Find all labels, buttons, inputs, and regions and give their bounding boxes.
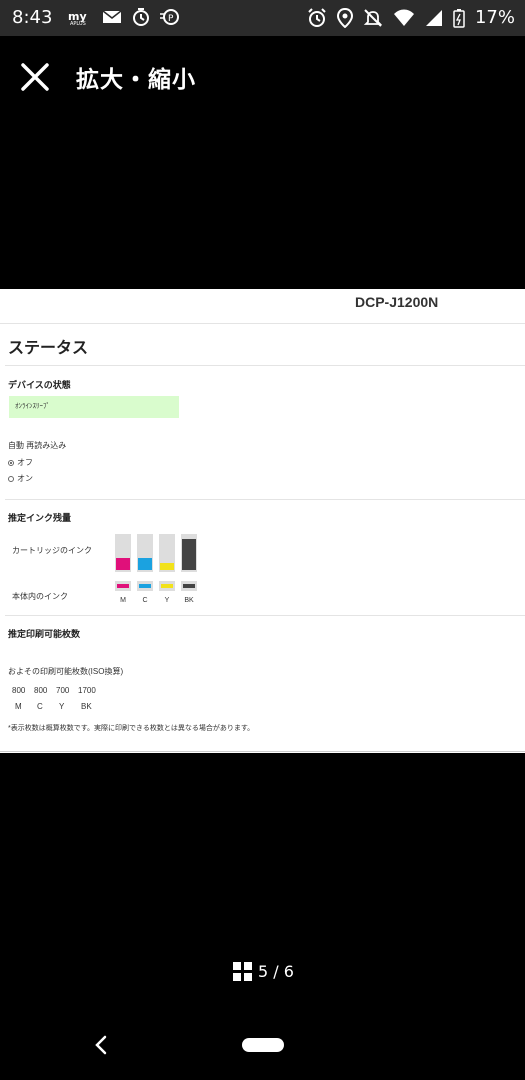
- signal-icon: [425, 9, 442, 26]
- divider: [0, 323, 525, 324]
- page-indicator: 5 / 6: [233, 962, 294, 981]
- ink-level-fill: [182, 539, 196, 570]
- ink-body-c: [137, 581, 153, 591]
- ink-body-fill: [139, 584, 151, 588]
- top-app-bar: 拡大・縮小: [0, 36, 525, 116]
- print-count-title: 推定印刷可能枚数: [8, 629, 81, 639]
- ink-color-label: M: [120, 597, 126, 604]
- navigation-bar: [0, 1010, 525, 1080]
- print-count-color-label: C: [37, 702, 43, 711]
- ink-color-label: BK: [184, 597, 194, 604]
- mail-icon: [102, 10, 122, 23]
- grid-icon[interactable]: [233, 962, 252, 981]
- print-count-subtitle: およその印刷可能枚数(ISO換算): [8, 667, 124, 676]
- bell-off-icon: [363, 8, 383, 27]
- payment-icon: P: [160, 9, 179, 25]
- radio-on-label: オン: [17, 474, 33, 483]
- print-count-note: *表示枚数は概算枚数です。実際に印刷できる枚数とは異なる場合があります。: [8, 725, 255, 732]
- body-ink-label: 本体内のインク: [12, 592, 68, 601]
- ink-level-fill: [138, 558, 152, 570]
- location-icon: [336, 7, 353, 28]
- print-count-color-label: M: [15, 702, 22, 711]
- ink-color-label: C: [142, 597, 148, 604]
- print-count-value: 800: [34, 686, 48, 695]
- print-count-value: 700: [56, 686, 70, 695]
- ink-cartridge-bk: [181, 534, 197, 572]
- radio-off-label: オフ: [17, 458, 33, 467]
- svg-text:APLUS: APLUS: [70, 21, 86, 26]
- ink-body-fill: [161, 584, 173, 588]
- status-bar: 8:43 my APLUS P 17%: [0, 0, 525, 36]
- cartridge-ink-label: カートリッジのインク: [12, 546, 92, 555]
- radio-button[interactable]: [8, 475, 14, 482]
- ink-body-bk: [181, 581, 197, 591]
- ink-level-fill: [116, 558, 130, 570]
- back-icon[interactable]: [92, 1034, 110, 1056]
- timer-icon: [133, 8, 149, 26]
- ink-cartridge-m: [115, 534, 131, 572]
- divider: [0, 751, 525, 752]
- ink-body-m: [115, 581, 131, 591]
- document-image: DCP-J1200N ステータス デバイスの状態 ｵﾝﾗｲﾝｽﾘｰﾌﾟ 自動 再…: [0, 289, 525, 753]
- ink-title: 推定インク残量: [8, 513, 72, 523]
- print-count-value: 1700: [78, 686, 96, 695]
- page-title: 拡大・縮小: [76, 67, 196, 93]
- my-aplus-icon: myAPLUS: [68, 10, 87, 26]
- device-status-title: デバイスの状態: [8, 380, 71, 390]
- print-count-color-label: Y: [59, 702, 65, 711]
- status-heading: ステータス: [8, 340, 89, 357]
- ink-body-y: [159, 581, 175, 591]
- status-time: 8:43: [12, 7, 53, 28]
- ink-color-label: Y: [164, 597, 170, 604]
- ink-cartridge-c: [137, 534, 153, 572]
- print-count-color-label: BK: [81, 702, 92, 711]
- home-button[interactable]: [242, 1038, 284, 1052]
- device-status-value: ｵﾝﾗｲﾝｽﾘｰﾌﾟ: [9, 396, 179, 418]
- ink-body-fill: [183, 584, 195, 588]
- battery-icon: [453, 8, 465, 28]
- model-name: DCP-J1200N: [355, 294, 439, 310]
- ink-body-fill: [117, 584, 129, 588]
- auto-reload-label: 自動 再読み込み: [8, 441, 67, 450]
- divider: [5, 365, 525, 366]
- divider: [5, 499, 525, 500]
- print-count-value: 800: [12, 686, 26, 695]
- divider: [5, 615, 525, 616]
- page-counter: 5 / 6: [258, 962, 294, 981]
- battery-percent: 17%: [474, 7, 515, 28]
- ink-level-fill: [160, 563, 174, 570]
- radio-off[interactable]: オフ: [8, 457, 33, 468]
- svg-text:P: P: [168, 14, 174, 24]
- close-icon[interactable]: [18, 60, 52, 94]
- wifi-icon: [393, 9, 414, 26]
- ink-cartridge-y: [159, 534, 175, 572]
- alarm-icon: [308, 7, 326, 27]
- radio-button[interactable]: [8, 459, 14, 466]
- radio-on[interactable]: オン: [8, 473, 33, 484]
